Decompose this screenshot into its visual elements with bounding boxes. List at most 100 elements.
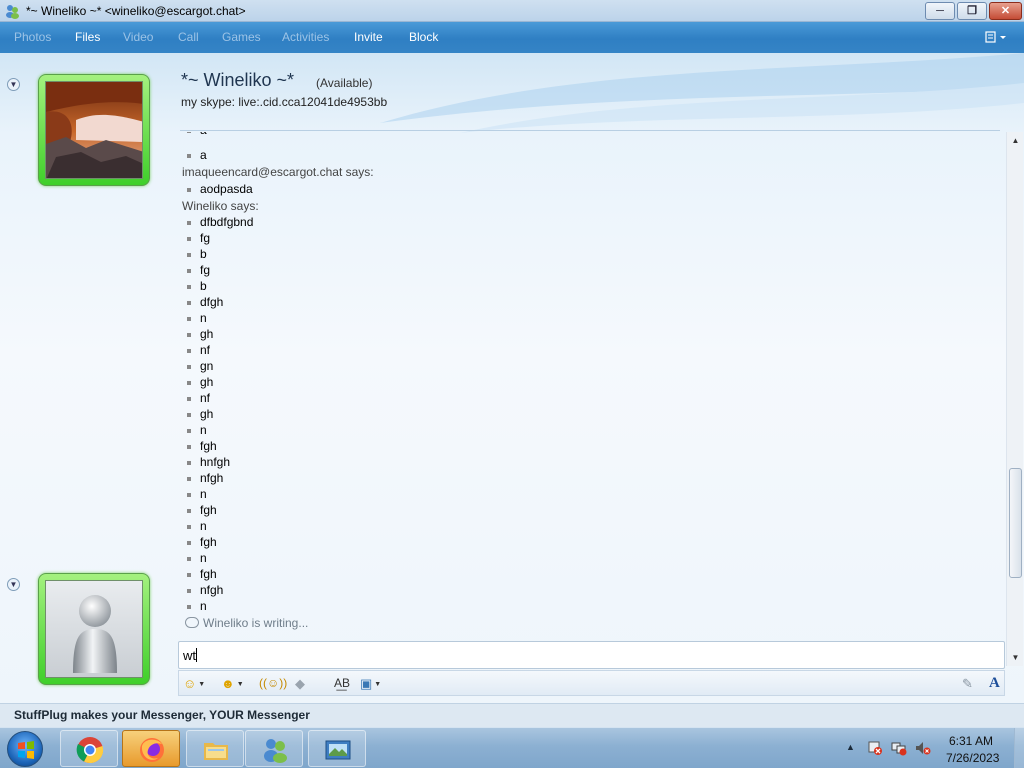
bullet-icon: [187, 525, 191, 529]
scroll-thumb[interactable]: [1009, 468, 1022, 578]
bullet-icon: [187, 269, 191, 273]
pencil-bubble-icon: [185, 617, 199, 628]
wink-icon: ☻: [221, 676, 235, 691]
wink-button[interactable]: ☻ ▼: [221, 675, 244, 692]
bullet-icon: [187, 349, 191, 353]
firefox-icon: [140, 738, 164, 762]
clock-time[interactable]: 6:31 AM: [949, 734, 993, 748]
chevron-down-icon: ▼: [236, 681, 244, 688]
folder-icon: [204, 743, 228, 760]
taskbar-explorer[interactable]: [186, 730, 244, 767]
collapse-contact-button[interactable]: ▼: [7, 78, 20, 91]
sender-header: Wineliko says:: [182, 199, 259, 213]
conversation-scrollbar[interactable]: ▲ ▼: [1006, 132, 1023, 666]
menu-photos[interactable]: Photos: [14, 30, 51, 44]
bullet-icon: [187, 397, 191, 401]
network-icon[interactable]: [891, 740, 907, 756]
voice-clip-icon[interactable]: ◆: [295, 675, 305, 692]
scroll-up-icon[interactable]: ▲: [1007, 132, 1024, 149]
messenger-icon: [264, 739, 287, 763]
message-line: nfgh: [187, 583, 223, 599]
taskbar-chrome[interactable]: [60, 730, 118, 767]
message-line: b: [187, 247, 207, 263]
nudge-button[interactable]: ((☺)): [259, 675, 287, 692]
clock-date[interactable]: 7/26/2023: [946, 751, 999, 765]
chevron-down-icon: ▼: [198, 681, 206, 688]
restore-icon: ❐: [967, 5, 977, 17]
taskbar-firefox[interactable]: [122, 730, 180, 767]
bullet-icon: [187, 557, 191, 561]
volume-icon[interactable]: [915, 740, 931, 756]
bullet-icon: [187, 188, 191, 192]
chrome-icon: [76, 737, 104, 764]
title-bar: *~ Wineliko ~* <wineliko@escargot.chat> …: [0, 0, 1024, 22]
collapse-self-button[interactable]: ▼: [7, 578, 20, 591]
taskbar: ▲ 6:31 AM 7/26/2023: [0, 727, 1024, 768]
bullet-icon: [187, 461, 191, 465]
emoticon-button[interactable]: ☺ ▼: [183, 675, 205, 692]
change-font-button[interactable]: A͟B: [334, 675, 350, 692]
chevron-down-icon: ▼: [374, 681, 382, 688]
default-user-icon: [73, 595, 117, 673]
menu-invite[interactable]: Invite: [354, 30, 383, 44]
scroll-down-icon[interactable]: ▼: [1007, 649, 1024, 666]
menu-activities[interactable]: Activities: [282, 30, 329, 44]
show-desktop-button[interactable]: [1014, 728, 1024, 768]
menu-files[interactable]: Files: [75, 30, 100, 44]
contact-display-picture[interactable]: [38, 74, 150, 186]
bullet-icon: [187, 253, 191, 257]
sender-header: imaqueencard@escargot.chat says:: [182, 165, 374, 179]
message-line: n: [187, 311, 207, 327]
taskbar-conversation[interactable]: [308, 730, 366, 767]
message-line: a: [187, 132, 207, 139]
bullet-icon: [187, 154, 191, 158]
contact-avatar-image: [46, 82, 142, 178]
message-line: gh: [187, 375, 213, 391]
background-button[interactable]: ▣ ▼: [360, 675, 381, 692]
font-button[interactable]: A: [989, 675, 1000, 692]
text-caret: [196, 648, 197, 662]
menu-call[interactable]: Call: [178, 30, 199, 44]
menu-block[interactable]: Block: [409, 30, 438, 44]
bullet-icon: [187, 477, 191, 481]
message-line: fgh: [187, 503, 217, 519]
menu-games[interactable]: Games: [222, 30, 261, 44]
messenger-icon: [6, 5, 19, 19]
bullet-icon: [187, 429, 191, 433]
message-line: n: [187, 551, 207, 567]
smiley-icon: ☺: [183, 676, 197, 691]
own-display-picture[interactable]: [38, 573, 150, 685]
close-icon: ✕: [1000, 5, 1011, 17]
bullet-icon: [187, 301, 191, 305]
contact-personal-message: my skype: live:.cid.cca12041de4953bb: [181, 95, 388, 109]
bullet-icon: [187, 285, 191, 289]
bullet-icon: [187, 589, 191, 593]
message-line: fgh: [187, 535, 217, 551]
menu-video[interactable]: Video: [123, 30, 153, 44]
action-center-icon[interactable]: [867, 740, 883, 756]
bullet-icon: [187, 493, 191, 497]
message-line: gh: [187, 327, 213, 343]
message-history[interactable]: a a imaqueencard@escargot.chat says: aod…: [180, 132, 1006, 610]
bullet-icon: [187, 132, 191, 133]
bullet-icon: [187, 237, 191, 241]
maximize-button[interactable]: ❐: [957, 2, 987, 20]
message-line: hnfgh: [187, 455, 230, 471]
handwriting-button[interactable]: ✎: [962, 675, 973, 692]
bullet-icon: [187, 381, 191, 385]
message-line: fg: [187, 231, 210, 247]
background-icon: ▣: [360, 676, 373, 691]
message-input[interactable]: wt: [178, 641, 1005, 669]
start-button[interactable]: [7, 731, 43, 767]
close-button[interactable]: ✕: [989, 2, 1022, 20]
promo-text[interactable]: StuffPlug makes your Messenger, YOUR Mes…: [14, 708, 310, 722]
message-input-text[interactable]: wt: [183, 648, 197, 663]
message-line: dfgh: [187, 295, 223, 311]
tray-expand-icon[interactable]: ▲: [846, 742, 855, 752]
formatting-toolbar: ☺ ▼ ☻ ▼ ((☺)) ◆ A͟B ▣ ▼ ✎ A: [178, 670, 1005, 696]
taskbar-messenger[interactable]: [245, 730, 303, 767]
bullet-icon: [187, 509, 191, 513]
message-line: gh: [187, 407, 213, 423]
show-menu-icon[interactable]: [985, 30, 1007, 44]
minimize-button[interactable]: ─: [925, 2, 955, 20]
